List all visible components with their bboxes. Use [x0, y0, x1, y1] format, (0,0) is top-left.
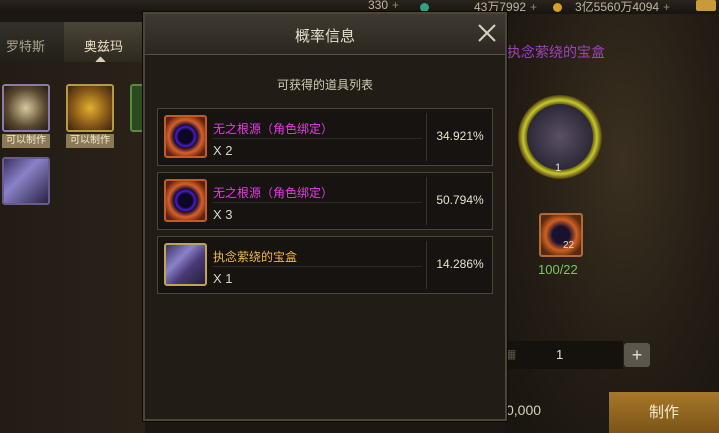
recipe-item-2-label: 可以制作: [66, 134, 114, 148]
gold-coin-icon: [553, 3, 562, 13]
category-tabs: 罗特斯 奥兹玛: [0, 22, 145, 63]
reward-quantity: X 2: [213, 143, 233, 158]
close-icon[interactable]: [476, 22, 498, 44]
recipe-item-2[interactable]: [66, 84, 114, 132]
recipe-item-1[interactable]: [2, 84, 50, 132]
make-button[interactable]: 制作: [609, 392, 719, 433]
quantity-field[interactable]: [505, 341, 623, 369]
origin-of-nothing-icon[interactable]: [164, 179, 207, 222]
chest-icon[interactable]: [696, 0, 716, 11]
reward-row: 无之根源（角色绑定） X 3 50.794%: [157, 172, 493, 230]
gem-icon: [420, 3, 429, 13]
reward-probability: 50.794%: [436, 193, 484, 207]
increase-quantity-button[interactable]: +: [624, 343, 650, 367]
recipe-item-4[interactable]: [2, 157, 50, 205]
target-item-count: 1: [555, 162, 562, 174]
origin-of-nothing-icon[interactable]: [164, 115, 207, 158]
material-count: 100/22: [538, 262, 578, 277]
reward-probability: 34.921%: [436, 129, 484, 143]
craft-detail-panel: [505, 14, 719, 433]
resource-3: 3亿5560万4094 +: [553, 0, 670, 15]
reward-name: 执念萦绕的宝盒: [213, 250, 298, 264]
resource-1: 330 +: [368, 0, 400, 12]
probability-info-dialog: 概率信息 可获得的道具列表 无之根源（角色绑定） X 2 34.921% 无之根…: [143, 12, 507, 421]
column-divider: [426, 177, 427, 225]
obtainable-items-heading: 可获得的道具列表: [276, 78, 373, 92]
obsession-box-icon[interactable]: [164, 243, 207, 286]
reward-name: 无之根源（角色绑定）: [213, 186, 334, 200]
row-separator: [212, 266, 422, 267]
target-item-title: 执念萦绕的宝盒: [507, 44, 605, 60]
reward-row: 无之根源（角色绑定） X 2 34.921%: [157, 108, 493, 166]
dialog-header: 概率信息: [145, 14, 505, 55]
dialog-title: 概率信息: [294, 28, 355, 45]
quantity-value: 1: [556, 347, 564, 362]
recipe-list: 可以制作 可以制作: [0, 62, 145, 433]
material-icon[interactable]: [539, 213, 583, 257]
tab-lotus[interactable]: 罗特斯: [6, 36, 45, 55]
reward-quantity: X 1: [213, 271, 233, 286]
add-resource-3-button[interactable]: +: [663, 0, 670, 14]
row-separator: [212, 202, 422, 203]
column-divider: [426, 113, 427, 161]
tab-ozma[interactable]: 奥兹玛: [84, 36, 123, 55]
craft-cost: 0,000: [506, 402, 542, 418]
add-resource-1-button[interactable]: +: [392, 0, 399, 12]
recipe-item-1-label: 可以制作: [2, 134, 50, 148]
add-resource-2-button[interactable]: +: [530, 0, 537, 14]
reward-probability: 14.286%: [436, 257, 484, 271]
reward-name: 无之根源（角色绑定）: [213, 122, 334, 136]
column-divider: [426, 241, 427, 289]
reward-row: 执念萦绕的宝盒 X 1 14.286%: [157, 236, 493, 294]
row-separator: [212, 138, 422, 139]
reward-quantity: X 3: [213, 207, 233, 222]
material-stack-count: 22: [563, 240, 575, 251]
